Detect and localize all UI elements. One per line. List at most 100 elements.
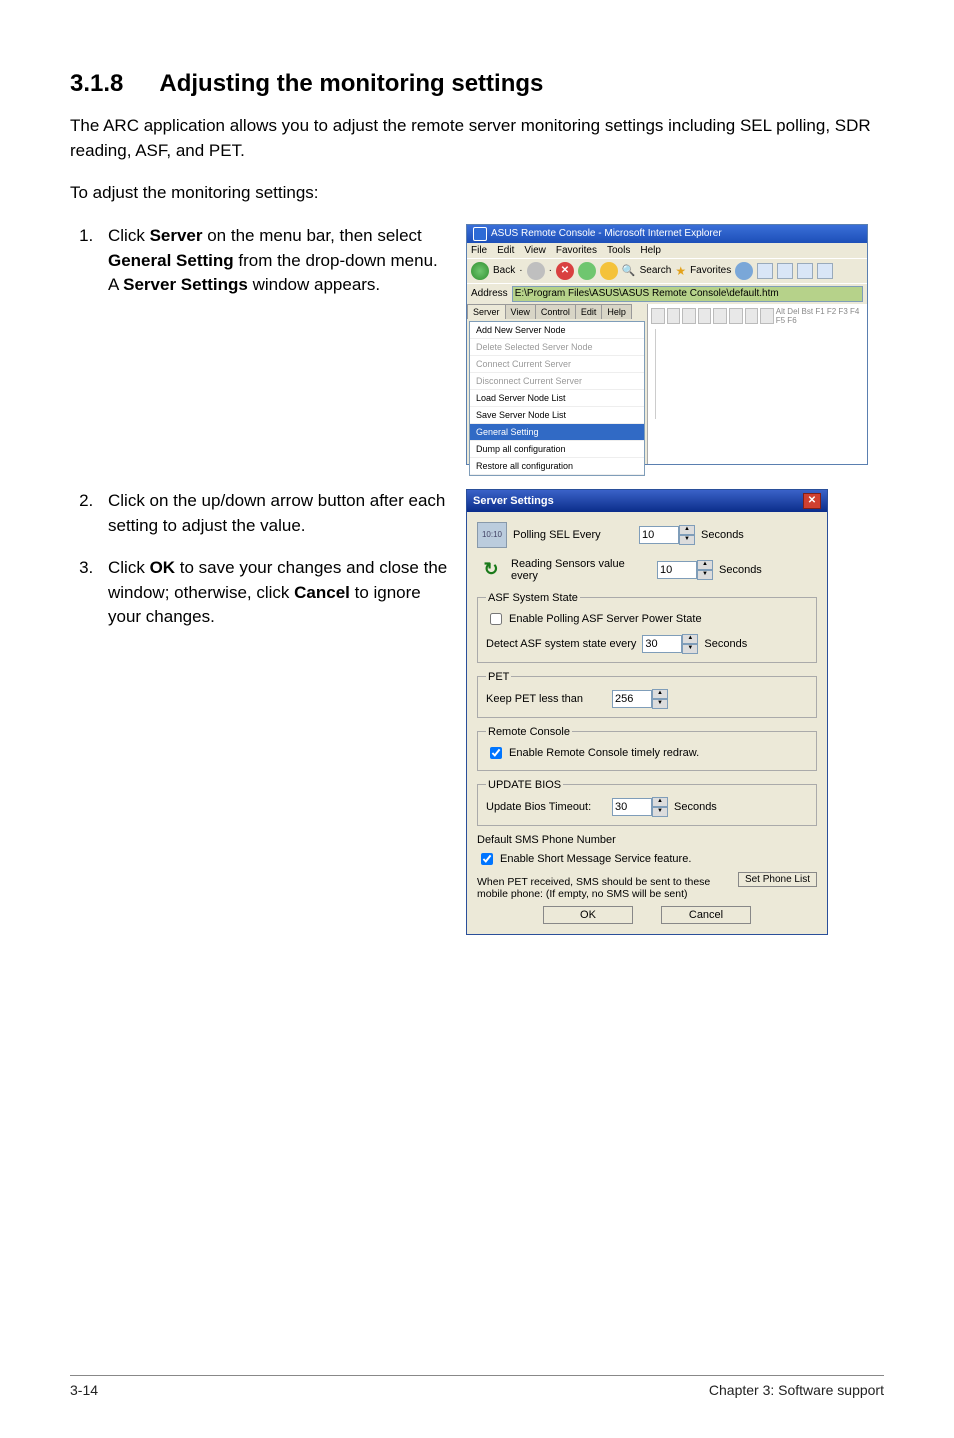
page-footer: 3-14 Chapter 3: Software support — [70, 1375, 884, 1398]
menu-add-server[interactable]: Add New Server Node — [470, 322, 644, 339]
menu-restore-config[interactable]: Restore all configuration — [470, 458, 644, 475]
pet-legend: PET — [486, 671, 511, 683]
menu-dump-config[interactable]: Dump all configuration — [470, 441, 644, 458]
section-heading: 3.1.8 Adjusting the monitoring settings — [70, 70, 884, 98]
ub-up-icon[interactable]: ▲ — [652, 797, 668, 807]
sensors-up-icon[interactable]: ▲ — [697, 560, 713, 570]
section-title-text: Adjusting the monitoring settings — [159, 70, 543, 97]
figure-ie-window: ASUS Remote Console - Microsoft Internet… — [466, 224, 868, 465]
ub-input[interactable] — [612, 798, 652, 816]
sensors-label: Reading Sensors value every — [511, 558, 651, 582]
favorites-label[interactable]: Favorites — [690, 265, 731, 276]
rc-icon-2[interactable] — [667, 308, 681, 324]
menu-save-list[interactable]: Save Server Node List — [470, 407, 644, 424]
figure-server-settings-dialog: Server Settings ✕ 10:10 Polling SEL Ever… — [466, 489, 828, 935]
step-2: Click on the up/down arrow button after … — [98, 489, 450, 538]
tab-help[interactable]: Help — [601, 304, 632, 319]
forward-icon[interactable] — [527, 262, 545, 280]
asf-down-icon[interactable]: ▼ — [682, 644, 698, 654]
asf-detect-label: Detect ASF system state every — [486, 638, 636, 650]
edit-icon[interactable] — [797, 263, 813, 279]
set-phone-list-button[interactable]: Set Phone List — [738, 872, 817, 887]
home-icon[interactable] — [600, 262, 618, 280]
ub-down-icon[interactable]: ▼ — [652, 807, 668, 817]
sms-enable-label: Enable Short Message Service feature. — [500, 853, 691, 865]
pet-down-icon[interactable]: ▼ — [652, 699, 668, 709]
ie-app-icon — [473, 227, 487, 241]
polling-down-icon[interactable]: ▼ — [679, 535, 695, 545]
search-icon[interactable] — [622, 264, 636, 277]
back-label[interactable]: Back — [493, 265, 515, 276]
rc-icon-4[interactable] — [698, 308, 712, 324]
mail-icon[interactable] — [757, 263, 773, 279]
ie-toolbar: Back · · ✕ Search Favorites — [467, 258, 867, 283]
asf-legend: ASF System State — [486, 592, 580, 604]
ok-button[interactable]: OK — [543, 906, 633, 924]
menu-delete-server: Delete Selected Server Node — [470, 339, 644, 356]
pet-keep-input[interactable] — [612, 690, 652, 708]
arc-right-toolbar: Alt Del Bst F1 F2 F3 F4 F5 F6 — [651, 307, 864, 325]
sensors-down-icon[interactable]: ▼ — [697, 570, 713, 580]
sms-when-text: When PET received, SMS should be sent to… — [477, 876, 730, 900]
asf-up-icon[interactable]: ▲ — [682, 634, 698, 644]
menu-general-setting[interactable]: General Setting — [470, 424, 644, 441]
back-icon[interactable] — [471, 262, 489, 280]
menu-connect-server: Connect Current Server — [470, 356, 644, 373]
rc-key-labels: Alt Del Bst F1 F2 F3 F4 F5 F6 — [776, 307, 864, 325]
polling-up-icon[interactable]: ▲ — [679, 525, 695, 535]
rc-icon-1[interactable] — [651, 308, 665, 324]
ie-menubar: File Edit View Favorites Tools Help — [467, 243, 867, 258]
sms-head: Default SMS Phone Number — [477, 834, 817, 846]
step-3: Click OK to save your changes and close … — [98, 556, 450, 630]
asf-detect-unit: Seconds — [704, 638, 747, 650]
menu-disconnect-server: Disconnect Current Server — [470, 373, 644, 390]
address-input[interactable] — [512, 286, 863, 302]
asf-enable-checkbox[interactable] — [490, 613, 502, 625]
ie-menu-help[interactable]: Help — [640, 245, 661, 256]
ie-menu-tools[interactable]: Tools — [607, 245, 630, 256]
pet-keep-label: Keep PET less than — [486, 693, 606, 705]
refresh-icon[interactable] — [578, 262, 596, 280]
favorites-star-icon[interactable] — [675, 264, 686, 278]
ss-titlebar: Server Settings ✕ — [467, 490, 827, 512]
sms-enable-checkbox[interactable] — [481, 853, 493, 865]
rc-enable-label: Enable Remote Console timely redraw. — [509, 747, 699, 759]
ss-title-text: Server Settings — [473, 495, 554, 507]
close-icon[interactable]: ✕ — [803, 493, 821, 509]
search-label[interactable]: Search — [640, 265, 672, 276]
polling-label: Polling SEL Every — [513, 529, 633, 541]
rc-enable-checkbox[interactable] — [490, 747, 502, 759]
ub-legend: UPDATE BIOS — [486, 779, 563, 791]
update-bios-group: UPDATE BIOS Update Bios Timeout: ▲▼ Seco… — [477, 779, 817, 826]
polling-icon: 10:10 — [477, 522, 507, 548]
pet-up-icon[interactable]: ▲ — [652, 689, 668, 699]
history-icon[interactable] — [735, 262, 753, 280]
ie-menu-view[interactable]: View — [524, 245, 546, 256]
rc-icon-3[interactable] — [682, 308, 696, 324]
tab-edit[interactable]: Edit — [575, 304, 603, 319]
rc-icon-5[interactable] — [713, 308, 727, 324]
ie-title-text: ASUS Remote Console - Microsoft Internet… — [491, 228, 722, 239]
rc-icon-7[interactable] — [745, 308, 759, 324]
footer-page-number: 3-14 — [70, 1382, 98, 1398]
menu-load-list[interactable]: Load Server Node List — [470, 390, 644, 407]
ie-menu-favorites[interactable]: Favorites — [556, 245, 597, 256]
stop-icon[interactable]: ✕ — [556, 262, 574, 280]
lead-paragraph: To adjust the monitoring settings: — [70, 181, 884, 206]
polling-input[interactable] — [639, 526, 679, 544]
discuss-icon[interactable] — [817, 263, 833, 279]
ie-menu-file[interactable]: File — [471, 245, 487, 256]
cancel-button[interactable]: Cancel — [661, 906, 751, 924]
sensors-icon: ↻ — [477, 558, 505, 582]
tab-server[interactable]: Server — [467, 304, 506, 319]
ie-address-bar: Address — [467, 283, 867, 304]
tab-view[interactable]: View — [505, 304, 536, 319]
section-number: 3.1.8 — [70, 70, 123, 98]
rc-icon-8[interactable] — [760, 308, 774, 324]
sensors-input[interactable] — [657, 561, 697, 579]
rc-icon-6[interactable] — [729, 308, 743, 324]
tab-control[interactable]: Control — [535, 304, 576, 319]
ie-menu-edit[interactable]: Edit — [497, 245, 514, 256]
print-icon[interactable] — [777, 263, 793, 279]
asf-detect-input[interactable] — [642, 635, 682, 653]
